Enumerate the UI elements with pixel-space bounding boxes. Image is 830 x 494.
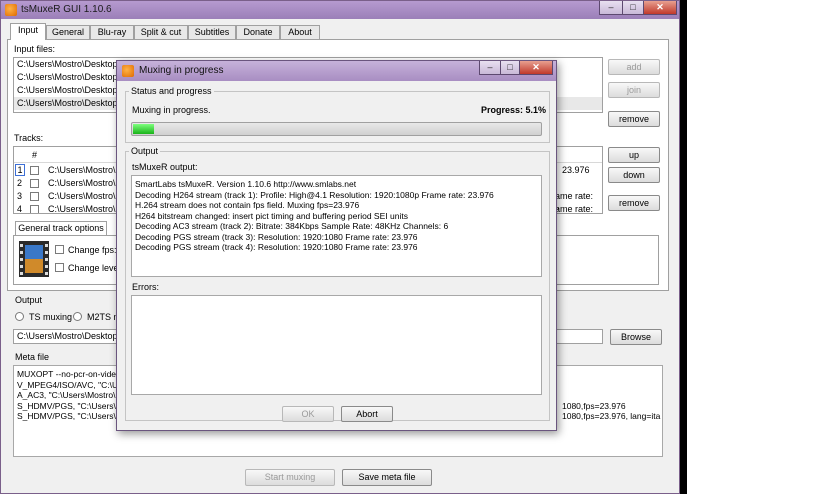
meta-line: A_AC3, "C:\Users\Mostro\De — [17, 390, 127, 400]
errors-textarea[interactable] — [131, 295, 542, 395]
app-icon — [5, 4, 17, 16]
track-path: C:\Users\Mostro\D — [48, 191, 123, 201]
tsmuxer-output-label: tsMuxeR output: — [132, 162, 198, 172]
main-title-bar[interactable]: tsMuxeR GUI 1.10.6 – □ ✕ — [1, 1, 679, 19]
maximize-button[interactable]: □ — [622, 1, 644, 15]
output-label: Output — [15, 295, 43, 305]
track-info: 23.976 — [562, 165, 590, 175]
film-icon — [19, 241, 49, 277]
dialog-title: Muxing in progress — [139, 65, 224, 76]
main-window-title: tsMuxeR GUI 1.10.6 — [21, 4, 112, 15]
progress-label: Progress: 5.1% — [481, 105, 547, 115]
tab-split-cut[interactable]: Split & cut — [134, 25, 188, 39]
dialog-maximize-button[interactable]: □ — [500, 61, 520, 75]
add-button[interactable]: add — [608, 59, 660, 75]
tab-general-track-options[interactable]: General track options — [15, 221, 107, 235]
dialog-minimize-button[interactable]: – — [479, 61, 501, 75]
change-fps-label: Change fps: — [68, 245, 117, 255]
remove-track-button[interactable]: remove — [608, 195, 660, 211]
change-level-label: Change level: — [68, 263, 124, 273]
down-button[interactable]: down — [608, 167, 660, 183]
tab-donate[interactable]: Donate — [236, 25, 280, 39]
change-level-checkbox[interactable] — [55, 263, 64, 272]
track-number: 3 — [17, 191, 23, 201]
track-number: 4 — [17, 204, 23, 214]
track-path: C:\Users\Mostro\D — [48, 165, 123, 175]
m2ts-muxing-radio[interactable] — [73, 312, 82, 321]
abort-button[interactable]: Abort — [341, 406, 393, 422]
output-line: H.264 stream does not contain fps field.… — [135, 200, 360, 210]
change-fps-checkbox[interactable] — [55, 245, 64, 254]
progress-bar-fill — [133, 124, 154, 134]
status-text: Muxing in progress. — [132, 105, 211, 115]
track-path: C:\Users\Mostro\D — [48, 178, 123, 188]
output-line: SmartLabs tsMuxeR. Version 1.10.6 http:/… — [135, 179, 357, 189]
output-line: Decoding H264 stream (track 1): Profile:… — [135, 189, 494, 200]
tab-about[interactable]: About — [280, 25, 320, 39]
ok-button[interactable]: OK — [282, 406, 334, 422]
output-line: H264 bitstream changed: insert pict timi… — [135, 210, 408, 221]
tab-input[interactable]: Input — [10, 23, 46, 40]
meta-line: S_HDMV/PGS, "C:\Users\Mos — [17, 400, 132, 411]
meta-line: S_HDMV/PGS, "C:\Users\Mos — [17, 411, 132, 421]
track-enabled-checkbox[interactable] — [30, 205, 39, 213]
tsmuxer-output-textarea[interactable]: SmartLabs tsMuxeR. Version 1.10.6 http:/… — [131, 175, 542, 277]
output-group-legend: Output — [129, 146, 161, 156]
muxing-progress-dialog: Muxing in progress – □ ✕ Status and prog… — [116, 60, 557, 431]
track-number: 2 — [17, 178, 23, 188]
tab-blu-ray[interactable]: Blu-ray — [90, 25, 134, 39]
track-enabled-checkbox[interactable] — [30, 179, 39, 188]
output-line: Decoding AC3 stream (track 2): Bitrate: … — [135, 221, 449, 231]
input-files-label: Input files: — [14, 44, 56, 54]
track-enabled-checkbox[interactable] — [30, 192, 39, 201]
ts-muxing-radio[interactable] — [15, 312, 24, 321]
minimize-button[interactable]: – — [599, 1, 623, 15]
progress-bar — [131, 122, 542, 136]
join-button[interactable]: join — [608, 82, 660, 98]
errors-label: Errors: — [132, 282, 159, 292]
desktop-background — [680, 0, 687, 494]
start-muxing-button[interactable]: Start muxing — [245, 469, 335, 486]
close-button[interactable]: ✕ — [643, 1, 677, 15]
meta-line-tail: 1080,fps=23.976 — [562, 400, 626, 411]
app-icon — [122, 65, 134, 77]
dialog-title-bar[interactable]: Muxing in progress – □ ✕ — [117, 61, 556, 81]
output-line: Decoding PGS stream (track 3): Resolutio… — [135, 231, 418, 242]
remove-file-button[interactable]: remove — [608, 111, 660, 127]
tracks-header-num: # — [32, 150, 38, 160]
track-path: C:\Users\Mostro\D — [48, 204, 123, 214]
meta-line: MUXOPT --no-pcr-on-video-p — [17, 369, 129, 379]
tab-general[interactable]: General — [46, 25, 90, 39]
dialog-close-button[interactable]: ✕ — [519, 61, 553, 75]
browse-button[interactable]: Browse — [610, 329, 662, 345]
tab-subtitles[interactable]: Subtitles — [188, 25, 236, 39]
meta-file-label: Meta file — [15, 352, 50, 362]
meta-line-tail: 1080,fps=23.976, lang=ita — [562, 411, 661, 421]
ts-muxing-label: TS muxing — [29, 312, 73, 322]
up-button[interactable]: up — [608, 147, 660, 163]
track-enabled-checkbox[interactable] — [30, 166, 39, 175]
tracks-label: Tracks: — [14, 133, 44, 143]
track-number: 1 — [15, 164, 25, 176]
output-line: Decoding PGS stream (track 4): Resolutio… — [135, 242, 418, 252]
track-info: rame rate: ... — [552, 204, 594, 214]
status-group-legend: Status and progress — [129, 86, 214, 96]
save-meta-file-button[interactable]: Save meta file — [342, 469, 432, 486]
